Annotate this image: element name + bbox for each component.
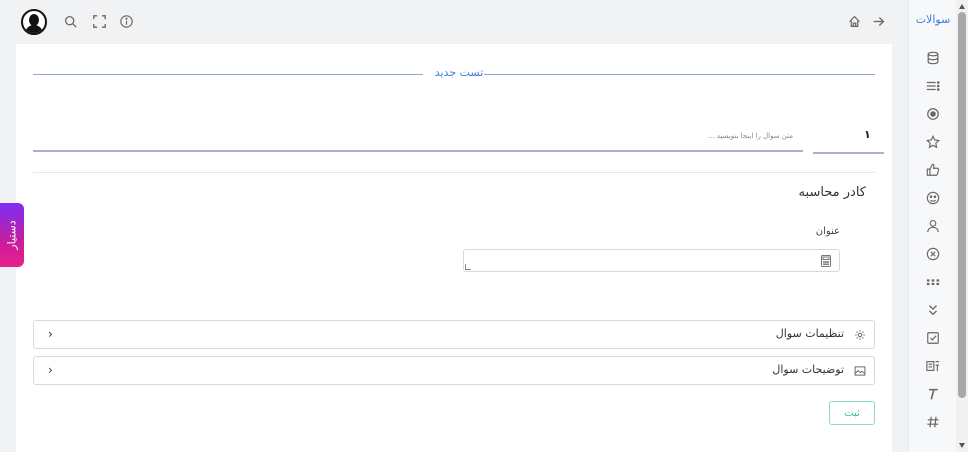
top-bar <box>0 0 908 44</box>
vertical-scrollbar[interactable] <box>956 0 968 452</box>
avatar[interactable] <box>21 9 47 35</box>
image-icon <box>854 366 866 376</box>
submit-button[interactable]: ثبت <box>829 401 875 425</box>
calculator-icon <box>821 255 831 267</box>
info-icon[interactable] <box>118 13 134 29</box>
accordion-question-settings[interactable]: تنظیمات سوال › <box>33 320 875 349</box>
arrow-right-icon[interactable] <box>870 13 886 29</box>
fullscreen-icon[interactable] <box>91 13 107 29</box>
list-icon[interactable] <box>921 75 945 97</box>
hash-icon[interactable] <box>921 411 945 433</box>
database-icon[interactable] <box>921 47 945 69</box>
sidebar-title[interactable]: سوالات <box>909 13 957 26</box>
accordion-label: توضیحات سوال <box>772 363 844 376</box>
accordion-label: تنظیمات سوال <box>775 327 844 340</box>
grid-icon[interactable] <box>921 271 945 293</box>
question-text-input[interactable] <box>33 122 803 152</box>
title-field-label: عنوان <box>815 226 840 237</box>
assistant-tab-label: دستیار <box>5 220 19 250</box>
question-types-sidebar: سوالات <box>908 0 956 452</box>
smiley-icon[interactable] <box>921 187 945 209</box>
text-icon[interactable] <box>921 383 945 405</box>
legend-line-right <box>484 74 875 75</box>
question-number: ۱ <box>864 128 871 141</box>
calculator-title: کادر محاسبه <box>798 185 866 200</box>
chevron-right-icon: › <box>48 327 53 341</box>
scroll-thumb[interactable] <box>958 12 966 398</box>
radio-icon[interactable] <box>921 103 945 125</box>
thumbs-up-icon[interactable] <box>921 159 945 181</box>
form-legend: تست جدید <box>434 66 484 79</box>
scroll-down-arrow[interactable] <box>959 443 965 448</box>
chevrons-down-icon[interactable] <box>921 299 945 321</box>
checkbox-icon[interactable] <box>921 327 945 349</box>
title-textarea[interactable] <box>463 249 840 272</box>
assistant-tab[interactable]: دستیار <box>0 203 24 267</box>
section-divider <box>33 172 875 173</box>
scroll-up-arrow[interactable] <box>959 4 965 9</box>
question-number-underline <box>813 152 884 154</box>
search-icon[interactable] <box>62 13 78 29</box>
star-icon[interactable] <box>921 131 945 153</box>
settings-icon <box>855 330 865 340</box>
user-icon[interactable] <box>921 215 945 237</box>
resize-grip[interactable] <box>465 264 471 270</box>
close-circle-icon[interactable] <box>921 243 945 265</box>
chevron-right-icon: › <box>48 363 53 377</box>
accordion-question-description[interactable]: توضیحات سوال › <box>33 356 875 385</box>
home-icon[interactable] <box>846 13 862 29</box>
question-editor-card: تست جدید ۱ کادر محاسبه عنوان تنظیمات سوا… <box>16 44 892 452</box>
legend-line-left <box>33 74 423 75</box>
form-icon[interactable] <box>921 355 945 377</box>
